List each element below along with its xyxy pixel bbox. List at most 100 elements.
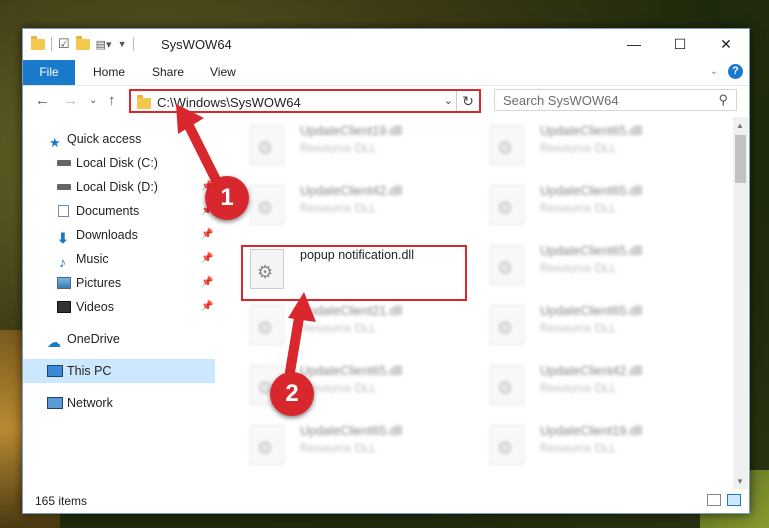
back-arrow-icon[interactable]: ← — [35, 92, 50, 109]
large-icons-view-icon[interactable] — [727, 494, 741, 506]
expand-ribbon-icon[interactable]: ⌄ — [710, 66, 718, 77]
sidebar-item-pictures[interactable]: Pictures 📌 — [23, 271, 215, 295]
refresh-icon[interactable]: ↻ — [456, 91, 479, 111]
customize-icon[interactable]: ▤▾ — [96, 38, 112, 51]
file-type: Resource DLL — [540, 141, 617, 155]
tab-view[interactable]: View — [210, 60, 236, 85]
dll-file-icon: ⚙ — [250, 305, 284, 345]
sidebar-item-local-disk-d[interactable]: Local Disk (D:) 📌 — [23, 175, 215, 199]
file-name: UpdateClient42.dll — [300, 184, 403, 198]
file-name: UpdateClient21.dll — [300, 304, 403, 318]
recent-locations-icon[interactable]: ⌄ — [89, 95, 97, 106]
documents-icon — [58, 205, 69, 217]
address-path[interactable]: C:\Windows\SysWOW64 — [157, 95, 301, 110]
sidebar-item-onedrive[interactable]: ☁ OneDrive — [23, 327, 215, 351]
toolbar-divider — [132, 37, 134, 51]
download-icon: ⬇ — [57, 230, 69, 246]
sidebar-item-label: Local Disk (C:) — [76, 156, 158, 170]
up-arrow-icon[interactable]: ↑ — [108, 92, 116, 109]
file-type: Resource DLL — [300, 201, 377, 215]
sidebar-item-music[interactable]: ♪ Music 📌 — [23, 247, 215, 271]
file-item[interactable]: ⚙ UpdateClient65.dll Resource DLL — [478, 297, 708, 349]
tab-home[interactable]: Home — [93, 60, 125, 85]
sidebar-item-label: Videos — [76, 300, 114, 314]
step-2-badge: 2 — [270, 372, 314, 416]
file-item[interactable]: ⚙ UpdateClient65.dll Resource DLL — [478, 177, 708, 229]
file-item[interactable]: ⚙ UpdateClient42.dll Resource DLL — [478, 357, 708, 409]
dll-file-icon: ⚙ — [490, 305, 524, 345]
scroll-up-icon[interactable]: ▲ — [736, 121, 744, 130]
sidebar-item-this-pc[interactable]: This PC — [23, 359, 215, 383]
tab-file[interactable]: File — [23, 60, 75, 85]
search-box[interactable]: Search SysWOW64 ⚲ — [494, 89, 737, 111]
vertical-scrollbar[interactable]: ▲ ▼ — [733, 117, 748, 489]
file-type: Resource DLL — [540, 201, 617, 215]
dll-file-icon: ⚙ — [490, 125, 524, 165]
drive-icon — [57, 184, 71, 190]
pin-icon[interactable]: 📌 — [201, 247, 213, 271]
pin-icon[interactable]: 📌 — [201, 271, 213, 295]
scroll-thumb[interactable] — [735, 135, 746, 183]
sidebar-item-label: Downloads — [76, 228, 138, 242]
tab-share[interactable]: Share — [152, 60, 184, 85]
sidebar-item-label: Music — [76, 252, 109, 266]
maximize-button[interactable]: ☐ — [657, 29, 703, 60]
qat-dropdown-icon[interactable]: ▼ — [118, 39, 127, 49]
sidebar-item-local-disk-c[interactable]: Local Disk (C:) — [23, 151, 215, 175]
network-icon — [47, 397, 63, 409]
file-item[interactable]: ⚙ UpdateClient65.dll Resource DLL — [478, 117, 708, 169]
sidebar-item-downloads[interactable]: ⬇ Downloads 📌 — [23, 223, 215, 247]
step-1-badge: 1 — [205, 176, 249, 220]
file-name: UpdateClient65.dll — [540, 184, 643, 198]
file-name: UpdateClient19.dll — [300, 124, 403, 138]
scroll-down-icon[interactable]: ▼ — [736, 477, 744, 486]
file-name: UpdateClient65.dll — [540, 124, 643, 138]
dll-file-icon: ⚙ — [490, 185, 524, 225]
sidebar-item-label: Network — [67, 396, 113, 410]
address-bar[interactable]: C:\Windows\SysWOW64 ⌄ ↻ — [129, 89, 481, 113]
folder-icon — [31, 35, 45, 50]
sidebar-item-label: Pictures — [76, 276, 122, 290]
forward-arrow-icon[interactable]: → — [63, 92, 78, 109]
sidebar-item-documents[interactable]: Documents 📌 — [23, 199, 215, 223]
close-button[interactable]: ✕ — [703, 29, 749, 60]
properties-icon[interactable]: ☑ — [58, 36, 70, 52]
file-item[interactable]: ⚙ UpdateClient19.dll Resource DLL — [478, 417, 708, 469]
navigation-pane: ★ Quick access Local Disk (C:) Local Dis… — [23, 117, 215, 489]
drive-icon — [57, 160, 71, 166]
file-type: Resource DLL — [540, 321, 617, 335]
dll-file-icon: ⚙ — [490, 425, 524, 465]
file-item[interactable]: ⚙ UpdateClient65.dll Resource DLL — [238, 417, 468, 469]
pin-icon[interactable]: 📌 — [201, 223, 213, 247]
help-icon[interactable]: ? — [728, 64, 743, 79]
new-folder-icon[interactable] — [75, 35, 90, 50]
sidebar-item-label: Local Disk (D:) — [76, 180, 158, 194]
minimize-button[interactable]: — — [611, 29, 657, 60]
item-count: 165 items — [35, 494, 88, 508]
sidebar-item-label: This PC — [67, 364, 112, 378]
ribbon-controls: ⌄ ? — [710, 64, 743, 79]
file-item[interactable]: ⚙ UpdateClient42.dll Resource DLL — [238, 177, 468, 229]
file-item[interactable]: ⚙ UpdateClient65.dll Resource DLL — [478, 237, 708, 289]
sidebar-item-videos[interactable]: Videos 📌 — [23, 295, 215, 319]
file-name: UpdateClient19.dll — [540, 424, 643, 438]
title-bar: ☑ ▤▾ ▼ SysWOW64 — ☐ ✕ — [23, 29, 749, 60]
sidebar-item-label: Documents — [76, 204, 140, 218]
file-item[interactable]: ⚙ UpdateClient19.dll Resource DLL — [238, 117, 468, 169]
search-placeholder[interactable]: Search SysWOW64 — [503, 93, 619, 108]
sidebar-item-quick-access[interactable]: ★ Quick access — [23, 127, 215, 151]
file-name: UpdateClient65.dll — [540, 244, 643, 258]
music-icon: ♪ — [59, 254, 66, 270]
sidebar-item-label: OneDrive — [67, 332, 120, 346]
details-view-icon[interactable] — [707, 494, 721, 506]
file-item[interactable]: ⚙ UpdateClient21.dll Resource DLL — [238, 297, 468, 349]
file-name: UpdateClient65.dll — [300, 424, 403, 438]
sidebar-item-network[interactable]: Network — [23, 391, 215, 415]
navigation-bar: ← → ⌄ ↑ C:\Windows\SysWOW64 ⌄ ↻ Search S… — [23, 86, 749, 116]
file-type: Resource DLL — [300, 321, 377, 335]
address-dropdown-icon[interactable]: ⌄ — [444, 94, 453, 107]
file-name: UpdateClient65.dll — [300, 364, 403, 378]
pin-icon[interactable]: 📌 — [201, 295, 213, 319]
search-icon[interactable]: ⚲ — [718, 92, 728, 108]
file-highlight-box — [241, 245, 467, 301]
